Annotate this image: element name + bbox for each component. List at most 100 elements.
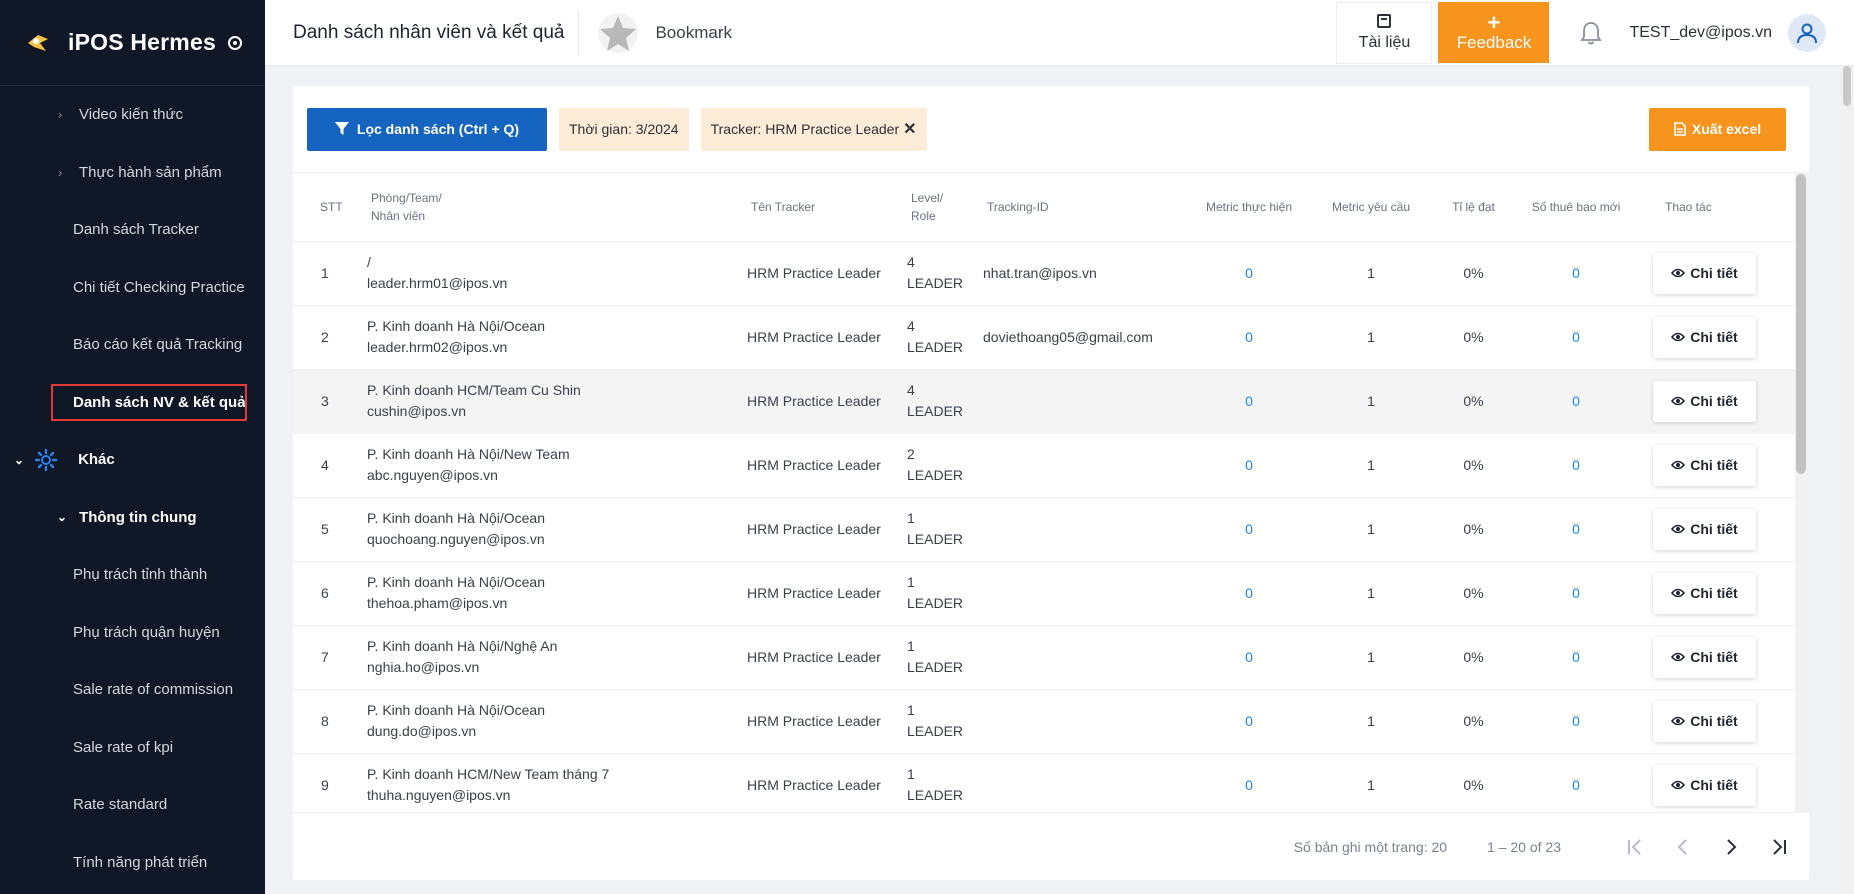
cell-team-name: P. Kinh doanh Hà Nội/Ocean bbox=[367, 702, 545, 718]
feedback-button[interactable]: + Feedback bbox=[1438, 2, 1550, 63]
filter-chip-time[interactable]: Thời gian: 3/2024 bbox=[559, 107, 689, 151]
brand-name: iPOS Hermes bbox=[68, 29, 216, 55]
page-scrollbar-thumb[interactable] bbox=[1843, 66, 1851, 106]
cell-new-subs[interactable]: 0 bbox=[1515, 625, 1637, 690]
sidebar-item-staff-results[interactable]: Danh sách NV & kết quả bbox=[0, 374, 265, 432]
docs-button[interactable]: Tài liệu bbox=[1336, 1, 1433, 64]
sidebar-group-other[interactable]: ⌄ Khác bbox=[0, 431, 265, 489]
cell-new-subs[interactable]: 0 bbox=[1515, 689, 1637, 754]
cell-new-subs[interactable]: 0 bbox=[1515, 241, 1637, 306]
cell-metric-req: 1 bbox=[1310, 753, 1432, 812]
table-row[interactable]: 6 P. Kinh doanh Hà Nội/Ocean thehoa.pham@i… bbox=[293, 561, 1795, 626]
table-row[interactable]: 8 P. Kinh doanh Hà Nội/Ocean dung.do@ipos.… bbox=[293, 689, 1795, 754]
detail-button[interactable]: Chi tiết bbox=[1653, 700, 1756, 742]
detail-button[interactable]: Chi tiết bbox=[1653, 252, 1756, 294]
table-row[interactable]: 5 P. Kinh doanh Hà Nội/Ocean quochoang.ngu… bbox=[293, 497, 1795, 562]
cell-new-subs[interactable]: 0 bbox=[1515, 305, 1637, 370]
sidebar-item-practice[interactable]: › Thực hành sản phẩm bbox=[0, 144, 265, 202]
cell-new-subs[interactable]: 0 bbox=[1515, 497, 1637, 562]
cell-metric-done[interactable]: 0 bbox=[1188, 305, 1310, 370]
cell-level-num: 2 bbox=[907, 446, 915, 462]
filter-icon bbox=[334, 122, 349, 135]
cell-team-name: P. Kinh doanh Hà Nội/Nghệ An bbox=[367, 638, 558, 654]
cell-metric-done[interactable]: 0 bbox=[1188, 369, 1310, 434]
detail-button[interactable]: Chi tiết bbox=[1653, 636, 1756, 678]
cell-new-subs[interactable]: 0 bbox=[1515, 561, 1637, 626]
sidebar-item-district[interactable]: Phụ trách quận huyện bbox=[0, 604, 265, 662]
avatar[interactable] bbox=[1788, 13, 1826, 52]
cell-new-subs[interactable]: 0 bbox=[1515, 433, 1637, 498]
cell-stt: 9 bbox=[293, 753, 363, 812]
cell-metric-done[interactable]: 0 bbox=[1188, 753, 1310, 812]
sidebar-item-sale-rate-commission[interactable]: Sale rate of commission bbox=[0, 661, 265, 719]
detail-button[interactable]: Chi tiết bbox=[1653, 316, 1756, 358]
table-row[interactable]: 3 P. Kinh doanh HCM/Team Cu Shin cushin@ip… bbox=[293, 369, 1795, 434]
detail-button[interactable]: Chi tiết bbox=[1653, 380, 1756, 422]
detail-button[interactable]: Chi tiết bbox=[1653, 572, 1756, 614]
cell-metric-req: 1 bbox=[1310, 625, 1432, 690]
table-row[interactable]: 2 P. Kinh doanh Hà Nội/Ocean leader.hrm02@… bbox=[293, 305, 1795, 370]
cell-tracking-id bbox=[983, 497, 1188, 562]
cell-metric-done[interactable]: 0 bbox=[1188, 241, 1310, 306]
per-page-label[interactable]: Số bản ghi một trang: 20 bbox=[1294, 839, 1447, 855]
table-row[interactable]: 4 P. Kinh doanh Hà Nội/New Team abc.nguyen… bbox=[293, 433, 1795, 498]
sidebar-item-province[interactable]: Phụ trách tỉnh thành bbox=[0, 546, 265, 604]
sidebar-item-label: Video kiến thức bbox=[79, 106, 183, 124]
cell-email: dung.do@ipos.vn bbox=[367, 723, 477, 739]
close-icon[interactable]: ✕ bbox=[903, 119, 916, 139]
chip-label: Thời gian: 3/2024 bbox=[569, 121, 679, 137]
table-row[interactable]: 9 P. Kinh doanh HCM/New Team tháng 7 thuha… bbox=[293, 753, 1795, 812]
page-scrollbar[interactable] bbox=[1840, 66, 1854, 894]
cell-new-subs[interactable]: 0 bbox=[1515, 753, 1637, 812]
filter-chip-tracker[interactable]: Tracker: HRM Practice Leader ✕ bbox=[700, 107, 927, 151]
chevron-right-icon bbox=[1727, 838, 1737, 855]
star-icon bbox=[598, 12, 639, 53]
cell-metric-done[interactable]: 0 bbox=[1188, 689, 1310, 754]
cell-new-subs[interactable]: 0 bbox=[1515, 369, 1637, 434]
bookmark-button[interactable]: Bookmark bbox=[597, 12, 732, 54]
sidebar-item-sale-rate-kpi[interactable]: Sale rate of kpi bbox=[0, 719, 265, 777]
cell-metric-done[interactable]: 0 bbox=[1188, 561, 1310, 626]
detail-button[interactable]: Chi tiết bbox=[1653, 764, 1756, 806]
cell-tracking-id bbox=[983, 561, 1188, 626]
sidebar-item-tracker-list[interactable]: Danh sách Tracker bbox=[0, 201, 265, 259]
last-page-button[interactable] bbox=[1755, 827, 1803, 867]
prev-page-button[interactable] bbox=[1659, 827, 1707, 867]
table-row[interactable]: 7 P. Kinh doanh Hà Nội/Nghệ An nghia.ho@ip… bbox=[293, 625, 1795, 690]
table-scrollbar-thumb[interactable] bbox=[1796, 174, 1806, 474]
radio-icon[interactable] bbox=[227, 35, 242, 50]
header-tracking-id: Tracking-ID bbox=[983, 173, 1188, 242]
next-page-button[interactable] bbox=[1707, 827, 1755, 867]
cell-level-num: 1 bbox=[907, 574, 915, 590]
header-tracker: Tên Tracker bbox=[733, 173, 903, 242]
cell-action: Chi tiết bbox=[1637, 497, 1795, 562]
detail-button[interactable]: Chi tiết bbox=[1653, 444, 1756, 486]
cell-metric-done[interactable]: 0 bbox=[1188, 497, 1310, 562]
notification-button[interactable] bbox=[1571, 13, 1611, 53]
sidebar-item-checking-practice[interactable]: Chi tiết Checking Practice bbox=[0, 259, 265, 317]
detail-button[interactable]: Chi tiết bbox=[1653, 508, 1756, 550]
cell-team: P. Kinh doanh Hà Nội/Ocean quochoang.nguy… bbox=[363, 497, 733, 562]
detail-label: Chi tiết bbox=[1690, 456, 1738, 473]
sidebar-item-rate-standard[interactable]: Rate standard bbox=[0, 776, 265, 834]
sidebar-item-video[interactable]: › Video kiến thức bbox=[0, 86, 265, 144]
cell-metric-done[interactable]: 0 bbox=[1188, 625, 1310, 690]
sidebar-item-label: Phụ trách quận huyện bbox=[73, 623, 220, 641]
cell-team: P. Kinh doanh Hà Nội/Ocean thehoa.pham@ip… bbox=[363, 561, 733, 626]
table-row[interactable]: 1/leader.hrm01@ipos.vn HRM Practice Leade… bbox=[293, 241, 1795, 306]
cell-tracking-id bbox=[983, 433, 1188, 498]
filter-button[interactable]: Lọc danh sách (Ctrl + Q) bbox=[307, 107, 547, 151]
detail-label: Chi tiết bbox=[1690, 712, 1738, 729]
user-email[interactable]: TEST_dev@ipos.vn bbox=[1629, 24, 1772, 42]
first-page-button[interactable] bbox=[1611, 827, 1659, 867]
sidebar-item-features[interactable]: Tính năng phát triển bbox=[0, 834, 265, 892]
cell-action: Chi tiết bbox=[1637, 369, 1795, 434]
export-excel-button[interactable]: Xuất excel bbox=[1649, 107, 1786, 151]
cell-metric-done[interactable]: 0 bbox=[1188, 433, 1310, 498]
cell-role: LEADER bbox=[907, 531, 964, 547]
cell-stt: 3 bbox=[293, 369, 363, 434]
last-page-icon bbox=[1773, 838, 1786, 855]
sidebar-item-tracking-report[interactable]: Báo cáo kết quả Tracking bbox=[0, 316, 265, 374]
sidebar-group-general[interactable]: ⌄ Thông tin chung bbox=[0, 489, 265, 547]
eye-icon bbox=[1671, 652, 1686, 662]
